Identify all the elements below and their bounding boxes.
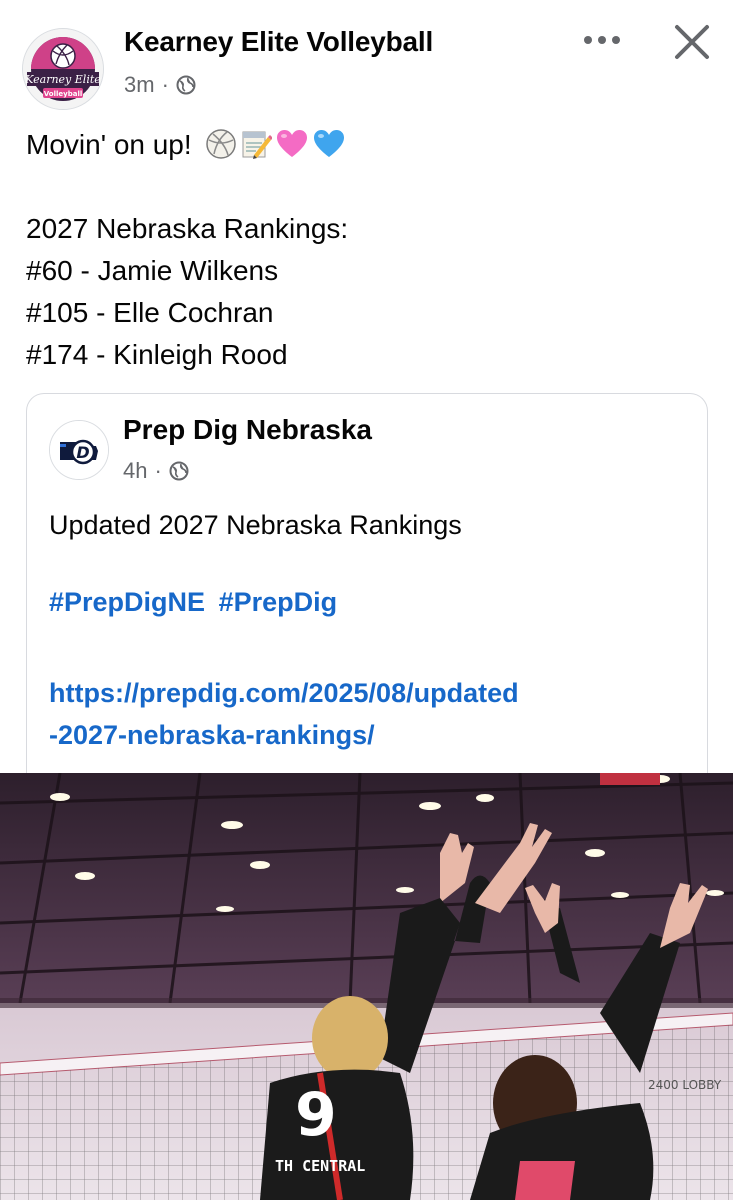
- shared-page-name[interactable]: Prep Dig Nebraska: [123, 414, 372, 446]
- blue-heart-icon: [314, 130, 345, 157]
- jersey-text: TH CENTRAL: [275, 1157, 365, 1175]
- globe-icon: [176, 75, 196, 95]
- post-line-blank: [26, 166, 706, 208]
- shared-page-avatar[interactable]: D: [49, 420, 109, 480]
- post-meta: 3m ·: [124, 72, 196, 98]
- hashtag-list: #PrepDigNE #PrepDig: [49, 587, 343, 618]
- more-options-icon: [584, 36, 620, 44]
- shared-post-text: Updated 2027 Nebraska Rankings: [49, 510, 462, 540]
- post-line-text: Movin' on up!: [26, 129, 192, 160]
- more-options-button[interactable]: [574, 20, 630, 60]
- volleyball-players-image: 2400 LOBBY 9 TH CENTRAL: [0, 773, 733, 1200]
- pink-heart-icon: [277, 130, 308, 157]
- post-body: Movin' on up! 2027 Nebraska Rankings: #6…: [26, 124, 706, 376]
- emoji-group: [205, 128, 346, 160]
- post-line-heading: 2027 Nebraska Rankings:: [26, 213, 349, 244]
- avatar-logo-text: Kearney Elite: [24, 73, 101, 86]
- article-link-line: https://prepdig.com/2025/08/updated: [49, 678, 519, 708]
- prep-dig-logo: D: [50, 421, 108, 479]
- meta-separator: ·: [154, 458, 162, 483]
- post-header: Kearney Elite Volleyball Kearney Elite V…: [0, 0, 733, 110]
- ranking-line: #105 - Elle Cochran: [26, 297, 274, 328]
- shared-post-card[interactable]: D Prep Dig Nebraska 4h · Updated 2027 Ne…: [26, 393, 708, 814]
- shared-post-timestamp[interactable]: 4h: [123, 458, 147, 484]
- ranking-line: #174 - Kinleigh Rood: [26, 339, 288, 370]
- post-photo[interactable]: 2400 LOBBY 9 TH CENTRAL: [0, 773, 733, 1200]
- close-icon: [675, 25, 709, 59]
- article-link[interactable]: https://prepdig.com/2025/08/updated -202…: [49, 672, 519, 756]
- close-button[interactable]: [664, 16, 720, 68]
- volleyball-icon: [206, 129, 237, 159]
- shared-post-meta: 4h ·: [123, 458, 189, 484]
- memo-icon: [242, 131, 273, 159]
- page-name[interactable]: Kearney Elite Volleyball: [124, 26, 433, 58]
- jersey-number: 9: [295, 1080, 337, 1150]
- article-link-line: -2027-nebraska-rankings/: [49, 720, 375, 750]
- wall-sign-text: 2400 LOBBY: [648, 1078, 722, 1092]
- page-avatar[interactable]: Kearney Elite Volleyball: [22, 28, 104, 110]
- ranking-line: #60 - Jamie Wilkens: [26, 255, 279, 286]
- post-timestamp[interactable]: 3m: [124, 72, 155, 98]
- post-line: Movin' on up!: [26, 124, 706, 166]
- kearney-elite-logo: Kearney Elite Volleyball: [23, 29, 103, 109]
- globe-icon: [169, 461, 189, 481]
- avatar-logo-subtext: Volleyball: [44, 90, 83, 98]
- hashtag-link[interactable]: #PrepDig: [219, 587, 338, 617]
- hashtag-link[interactable]: #PrepDigNE: [49, 587, 205, 617]
- meta-separator: ·: [161, 72, 169, 97]
- svg-text:D: D: [76, 443, 89, 462]
